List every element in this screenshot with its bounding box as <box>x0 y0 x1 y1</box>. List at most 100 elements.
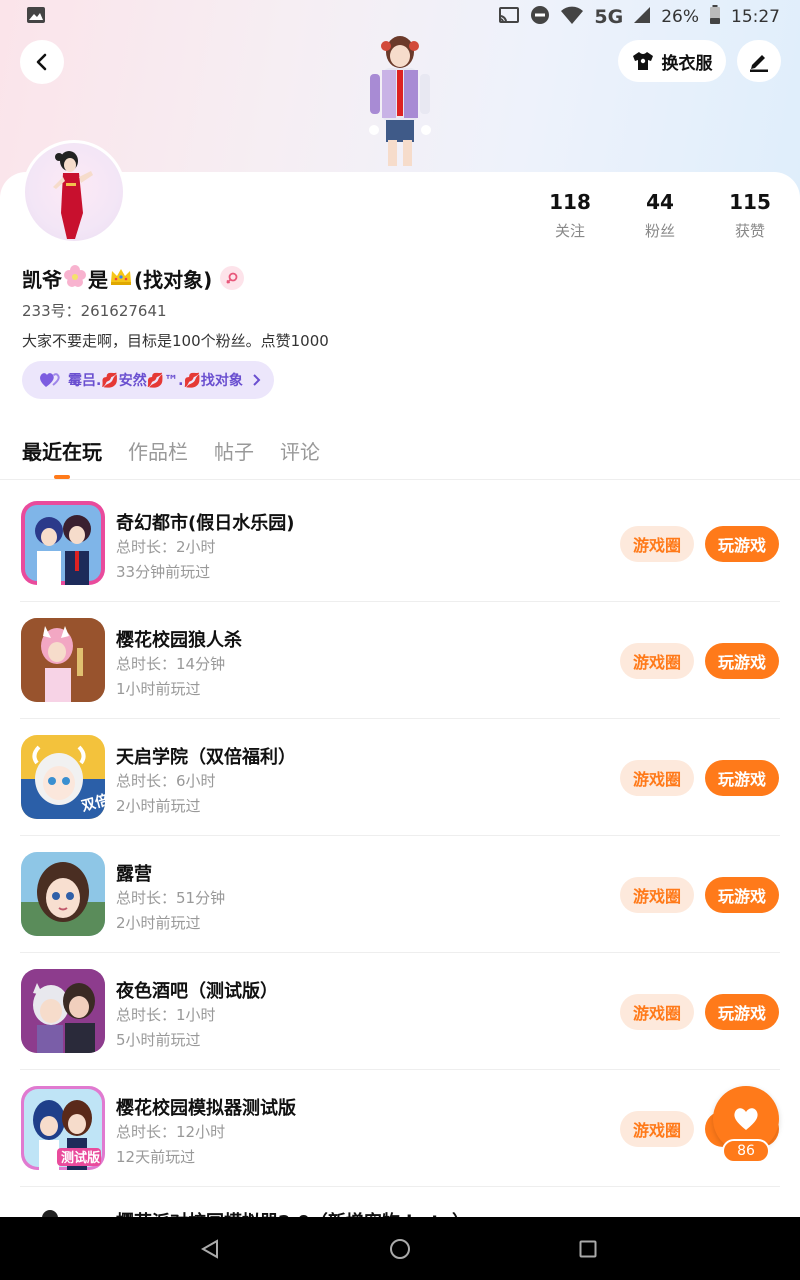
wifi-icon <box>560 5 584 30</box>
game-duration: 总时长：12小时 <box>116 1123 226 1141</box>
chevron-right-icon <box>253 374 261 386</box>
user-id-label: 233号： <box>22 302 81 320</box>
svg-text:测试版: 测试版 <box>61 1150 100 1166</box>
game-circle-button[interactable]: 游戏圈 <box>620 1111 694 1147</box>
profile-name: 凯爷 是 (找对象) <box>22 263 245 293</box>
game-icon[interactable] <box>21 618 105 702</box>
game-icon[interactable]: 双倍! <box>21 735 105 819</box>
profile-name-part2: 是 <box>88 267 108 292</box>
game-circle-button[interactable]: 游戏圈 <box>620 877 694 913</box>
nav-home-icon[interactable] <box>389 1238 411 1260</box>
game-title: 露营 <box>116 864 152 885</box>
list-item[interactable]: 樱花校园狼人杀 总时长：14分钟 1小时前玩过 游戏圈 玩游戏 <box>20 602 780 719</box>
game-circle-button[interactable]: 游戏圈 <box>620 994 694 1030</box>
list-item[interactable]: 奇幻都市(假日水乐园) 总时长：2小时 33分钟前玩过 游戏圈 玩游戏 <box>20 485 780 602</box>
game-last-played: 1小时前玩过 <box>116 680 201 698</box>
list-item[interactable]: 测试版 樱花校园模拟器测试版 总时长：12小时 12天前玩过 游戏圈 玩游戏 <box>20 1070 780 1187</box>
list-item[interactable]: 露营 总时长：51分钟 2小时前玩过 游戏圈 玩游戏 <box>20 836 780 953</box>
profile-tabs: 最近在玩 作品栏 帖子 评论 <box>22 436 320 479</box>
signal-icon <box>633 6 651 29</box>
recent-games-list: 奇幻都市(假日水乐园) 总时长：2小时 33分钟前玩过 游戏圈 玩游戏 樱花校园… <box>0 485 800 1187</box>
play-game-button[interactable]: 玩游戏 <box>705 994 779 1030</box>
profile-stats: 118 关注 44 粉丝 115 获赞 <box>0 190 800 250</box>
do-not-disturb-icon <box>530 5 550 30</box>
game-title: 天启学院（双倍福利） <box>116 747 296 768</box>
stat-followers-count: 44 <box>646 190 674 214</box>
change-outfit-button[interactable]: 换衣服 <box>618 40 726 82</box>
game-duration: 总时长：1小时 <box>116 1006 216 1024</box>
game-title: 夜色酒吧（测试版） <box>116 981 278 1002</box>
stat-followers[interactable]: 44 粉丝 <box>620 190 700 241</box>
blossom-icon <box>63 264 87 293</box>
game-duration: 总时长：6小时 <box>116 772 216 790</box>
profile-bio: 大家不要走啊，目标是100个粉丝。点赞1000 <box>22 332 329 350</box>
play-game-button[interactable]: 玩游戏 <box>705 760 779 796</box>
double-heart-icon <box>40 373 60 387</box>
edit-profile-button[interactable] <box>737 40 781 82</box>
profile-name-part3: (找对象) <box>134 267 213 292</box>
relationship-chip[interactable]: 霉吕.💋安然💋™.💋找对象 <box>22 361 274 399</box>
game-last-played: 2小时前玩过 <box>116 797 201 815</box>
network-type: 5G <box>594 6 624 28</box>
stat-following[interactable]: 118 关注 <box>530 190 610 241</box>
3d-avatar-figure[interactable] <box>352 30 448 170</box>
tab-works[interactable]: 作品栏 <box>128 436 188 479</box>
stat-following-label: 关注 <box>554 222 585 240</box>
game-last-played: 33分钟前玩过 <box>116 563 211 581</box>
game-circle-button[interactable]: 游戏圈 <box>620 526 694 562</box>
pencil-icon <box>750 55 768 72</box>
stat-likes-label: 获赞 <box>734 222 765 240</box>
stat-following-count: 118 <box>549 190 591 214</box>
game-last-played: 5小时前玩过 <box>116 1031 201 1049</box>
game-duration: 总时长：14分钟 <box>116 655 226 673</box>
tab-recently-played[interactable]: 最近在玩 <box>22 436 102 479</box>
stat-likes[interactable]: 115 获赞 <box>710 190 790 241</box>
nav-back-icon[interactable] <box>200 1239 220 1259</box>
tab-posts[interactable]: 帖子 <box>214 436 254 479</box>
partial-game-icon <box>22 1204 82 1218</box>
crown-icon <box>109 266 133 291</box>
status-bar: 5G 26% 15:27 <box>0 0 800 34</box>
stat-likes-count: 115 <box>729 190 771 214</box>
tab-comments[interactable]: 评论 <box>280 436 320 479</box>
list-item[interactable]: 夜色酒吧（测试版） 总时长：1小时 5小时前玩过 游戏圈 玩游戏 <box>20 953 780 1070</box>
game-duration: 总时长：51分钟 <box>116 889 226 907</box>
user-id: 233号：261627641 <box>22 300 167 321</box>
battery-percent: 26% <box>661 7 699 27</box>
game-last-played: 2小时前玩过 <box>116 914 201 932</box>
play-game-button[interactable]: 玩游戏 <box>705 526 779 562</box>
profile-name-part1: 凯爷 <box>22 267 62 292</box>
like-count: 86 <box>722 1139 770 1163</box>
play-game-button[interactable]: 玩游戏 <box>705 877 779 913</box>
game-last-played: 12天前玩过 <box>116 1148 196 1166</box>
game-title: 樱花校园狼人杀 <box>116 630 242 651</box>
heart-icon <box>734 1108 758 1130</box>
chevron-left-icon <box>36 53 47 71</box>
game-duration: 总时长：2小时 <box>116 538 216 556</box>
back-button[interactable] <box>20 40 64 84</box>
gallery-notification-icon <box>26 6 46 29</box>
battery-icon <box>709 4 721 30</box>
tshirt-icon <box>632 52 653 70</box>
game-icon[interactable] <box>21 852 105 936</box>
relationship-chip-label: 霉吕.💋安然💋™.💋找对象 <box>68 373 243 389</box>
user-id-value: 261627641 <box>80 302 167 320</box>
tabs-divider <box>0 479 800 480</box>
game-icon[interactable] <box>21 501 105 585</box>
profile-screen: 5G 26% 15:27 换衣服 118 关注 44 粉丝 115 获赞 凯爷 … <box>0 0 800 1280</box>
game-icon[interactable]: 测试版 <box>21 1086 105 1170</box>
game-circle-button[interactable]: 游戏圈 <box>620 760 694 796</box>
list-item[interactable]: 双倍! 天启学院（双倍福利） 总时长：6小时 2小时前玩过 游戏圈 玩游戏 <box>20 719 780 836</box>
stat-followers-label: 粉丝 <box>644 222 675 240</box>
change-outfit-label: 换衣服 <box>661 53 713 74</box>
play-game-button[interactable]: 玩游戏 <box>705 643 779 679</box>
system-navigation-bar <box>0 1217 800 1280</box>
game-icon[interactable] <box>21 969 105 1053</box>
clock: 15:27 <box>731 7 780 27</box>
nav-recents-icon[interactable] <box>579 1240 597 1258</box>
female-gender-icon <box>220 266 245 290</box>
partial-list-item: 樱花派对校园模拟器2.0（新增宠物 beta） <box>22 1204 482 1218</box>
cast-icon <box>498 6 520 29</box>
game-circle-button[interactable]: 游戏圈 <box>620 643 694 679</box>
game-title: 奇幻都市(假日水乐园) <box>116 513 295 534</box>
